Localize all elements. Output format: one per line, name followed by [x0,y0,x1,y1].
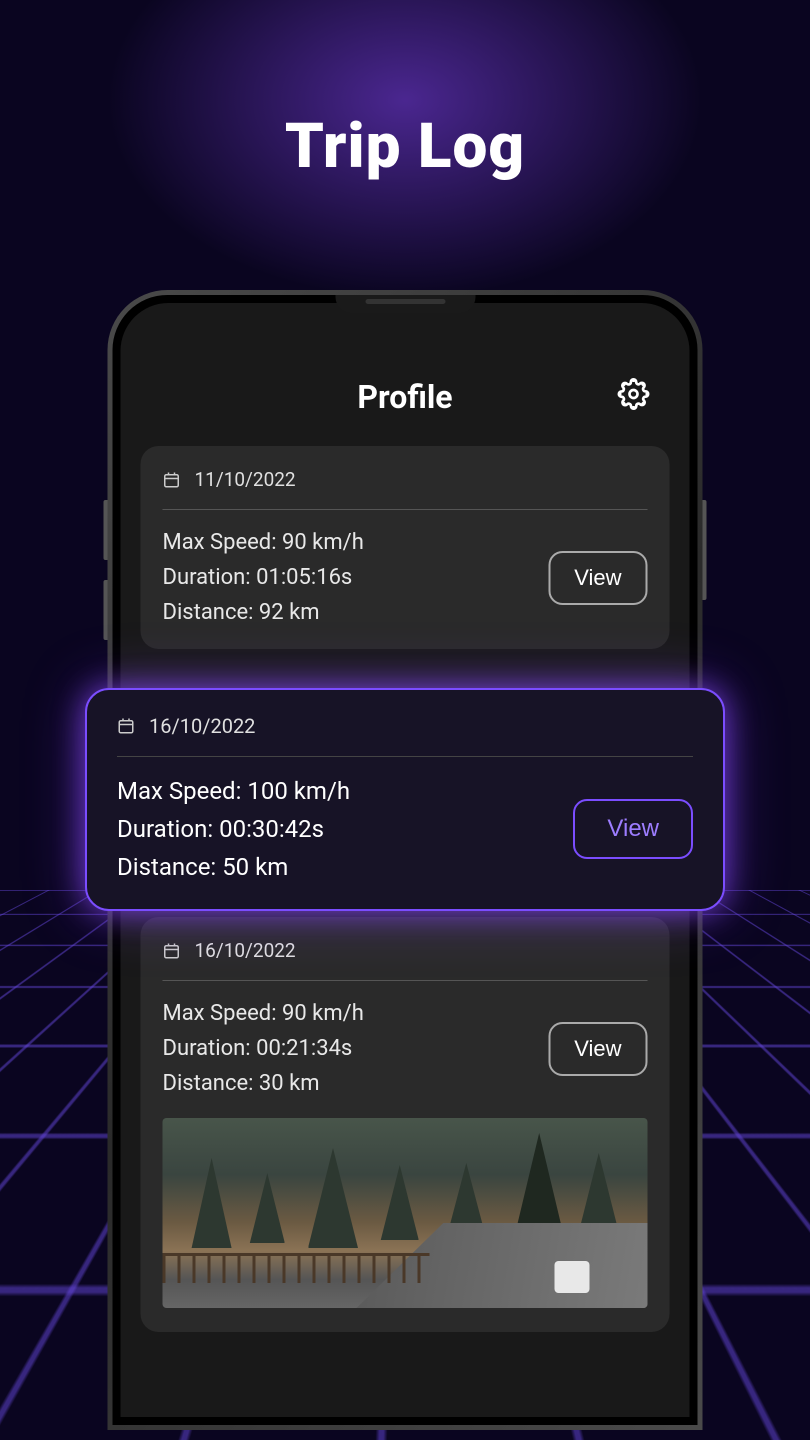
duration-stat: Duration: 00:21:34s [163,1036,364,1061]
app-header: Profile [121,358,690,446]
card-date-row: 16/10/2022 [117,714,693,757]
max-speed-stat: Max Speed: 100 km/h [117,777,350,805]
max-speed-stat: Max Speed: 90 km/h [163,530,364,555]
gear-icon[interactable] [618,378,650,410]
max-speed-stat: Max Speed: 90 km/h [163,1001,364,1026]
volume-down [104,580,108,640]
distance-stat: Distance: 92 km [163,600,364,625]
trip-card-highlighted: 16/10/2022 Max Speed: 100 km/h Duration:… [85,688,725,911]
duration-stat: Duration: 01:05:16s [163,565,364,590]
volume-up [104,500,108,560]
card-date-row: 16/10/2022 [163,939,648,981]
trip-date: 16/10/2022 [195,939,296,962]
view-button[interactable]: View [573,799,693,859]
phone-speaker [365,299,445,304]
calendar-icon [117,717,135,735]
duration-stat: Duration: 00:30:42s [117,815,350,843]
view-button[interactable]: View [548,1022,647,1076]
card-date-row: 11/10/2022 [163,468,648,510]
power-button [703,500,707,600]
calendar-icon [163,471,181,489]
page-title: Trip Log [0,110,810,183]
distance-stat: Distance: 50 km [117,853,350,881]
trip-date: 11/10/2022 [195,468,296,491]
trip-thumbnail [163,1118,648,1308]
trip-date: 16/10/2022 [149,714,255,738]
distance-stat: Distance: 30 km [163,1071,364,1096]
app-title: Profile [357,378,452,416]
view-button[interactable]: View [548,551,647,605]
trip-card: 16/10/2022 Max Speed: 90 km/h Duration: … [141,917,670,1332]
trip-card: 11/10/2022 Max Speed: 90 km/h Duration: … [141,446,670,649]
phone-notch [335,295,475,313]
calendar-icon [163,942,181,960]
